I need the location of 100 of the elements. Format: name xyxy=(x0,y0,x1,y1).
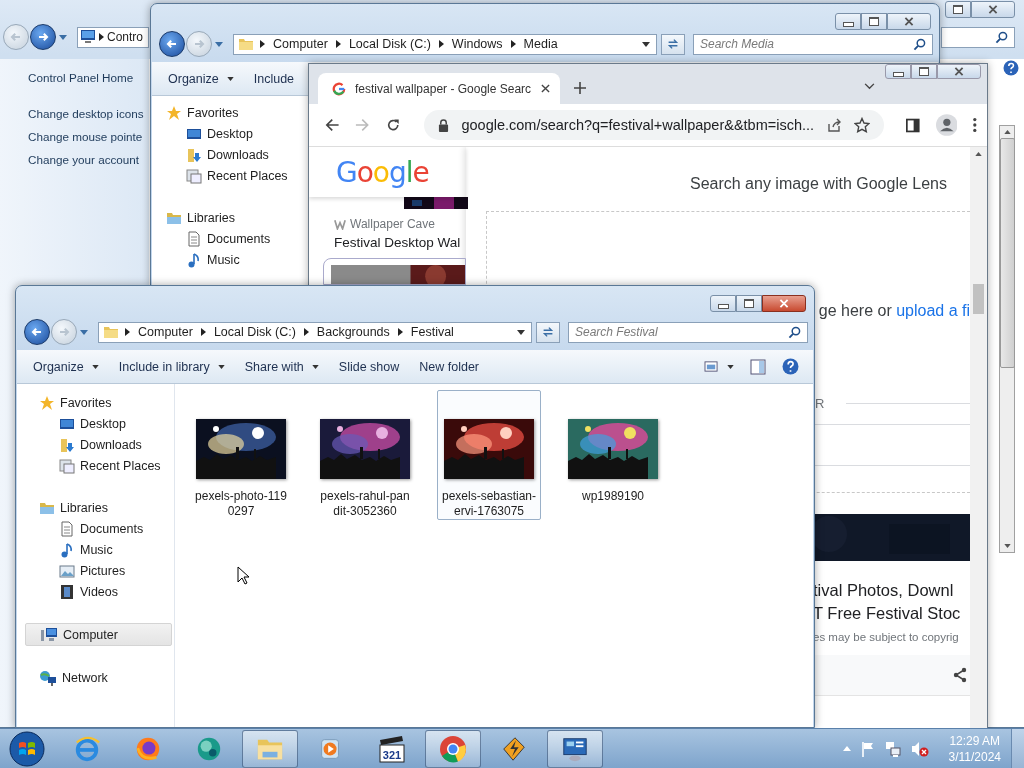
search-field[interactable]: Search Festival xyxy=(568,321,808,343)
nav-item[interactable]: Libraries xyxy=(25,497,172,518)
profile-icon[interactable] xyxy=(935,113,958,137)
help-icon[interactable] xyxy=(1003,60,1019,76)
breadcrumb[interactable]: Contro xyxy=(107,30,144,44)
search-field[interactable] xyxy=(941,26,1015,48)
breadcrumb[interactable]: Local Disk (C:) xyxy=(211,325,298,339)
nav-item[interactable]: Favorites xyxy=(25,392,172,413)
minimize-button[interactable] xyxy=(835,13,861,30)
browser-tab[interactable]: festival wallpaper - Google Searc xyxy=(318,73,560,104)
search-field[interactable]: Search Media xyxy=(693,33,933,55)
arrow-up-icon[interactable] xyxy=(975,152,982,156)
chevron-icon[interactable] xyxy=(200,328,206,336)
refresh-button[interactable] xyxy=(661,33,685,55)
minimize-button[interactable] xyxy=(885,64,911,79)
toolbar-button[interactable]: Slide show xyxy=(330,355,408,378)
breadcrumb[interactable]: Festival xyxy=(408,325,456,339)
close-icon[interactable] xyxy=(541,84,550,93)
nav-item[interactable]: Favorites xyxy=(152,102,310,123)
nav-item[interactable]: Network xyxy=(25,667,172,688)
file-item[interactable]: wp1989190 xyxy=(561,390,665,520)
chevron-icon[interactable] xyxy=(260,40,265,48)
star-icon[interactable] xyxy=(854,117,871,133)
nav-item[interactable]: Pictures xyxy=(25,560,172,581)
file-item[interactable]: pexels-sebastian-ervi-1763075 xyxy=(437,390,541,520)
breadcrumb[interactable]: Computer xyxy=(136,325,195,339)
address-bar[interactable]: Contro xyxy=(77,26,149,48)
nav-item[interactable]: Documents xyxy=(152,228,310,249)
nav-item[interactable]: Downloads xyxy=(25,434,172,455)
close-button[interactable] xyxy=(937,64,981,79)
result-title[interactable]: Festival Desktop Wal xyxy=(334,235,466,250)
address-bar[interactable]: Computer Local Disk (C:) Windows Media xyxy=(233,33,657,55)
nav-item[interactable]: Music xyxy=(152,249,310,270)
back-arrow-icon[interactable] xyxy=(325,117,340,133)
url-field[interactable]: google.com/search?q=festival+wallpaper&&tbm=isch... xyxy=(424,110,885,140)
task-link[interactable]: Change desktop icons xyxy=(28,107,149,130)
file-item[interactable]: pexels-rahul-pandit-3052360 xyxy=(313,390,417,520)
network-icon[interactable] xyxy=(884,740,901,757)
maximize-button[interactable] xyxy=(736,295,762,312)
breadcrumb[interactable]: Computer xyxy=(271,37,330,51)
arrow-down-icon[interactable] xyxy=(1003,544,1011,548)
forward-button[interactable] xyxy=(30,24,56,50)
task-link[interactable]: Control Panel Home xyxy=(28,71,149,94)
taskbar-button[interactable] xyxy=(242,729,298,768)
breadcrumb[interactable]: Local Disk (C:) xyxy=(346,37,433,51)
toolbar-button[interactable]: Include xyxy=(245,67,303,90)
maximize-button[interactable] xyxy=(861,13,887,30)
nav-item[interactable]: Documents xyxy=(25,518,172,539)
toolbar-button[interactable]: Organize xyxy=(25,355,107,378)
chevron-icon[interactable] xyxy=(99,33,104,41)
nav-item[interactable]: Music xyxy=(25,539,172,560)
toolbar-button[interactable]: Share with xyxy=(236,355,327,378)
chevron-icon[interactable] xyxy=(125,328,130,336)
address-bar[interactable]: Computer Local Disk (C:) Backgrounds Festival xyxy=(98,321,532,343)
refresh-button[interactable] xyxy=(536,321,560,343)
show-desktop-button[interactable] xyxy=(1011,728,1024,768)
nav-item[interactable]: Videos xyxy=(25,581,172,602)
back-button[interactable] xyxy=(24,319,50,345)
arrow-up-icon[interactable] xyxy=(1003,130,1011,134)
chevron-icon[interactable] xyxy=(397,328,403,336)
share-icon[interactable] xyxy=(826,117,843,133)
nav-item[interactable]: Libraries xyxy=(152,207,310,228)
file-item[interactable]: pexels-photo-1190297 xyxy=(189,390,293,520)
close-button[interactable] xyxy=(887,13,931,30)
breadcrumb[interactable]: Windows xyxy=(449,37,505,51)
nav-item[interactable]: Desktop xyxy=(152,123,310,144)
dropdown-arrow-icon[interactable] xyxy=(642,41,650,47)
menu-icon[interactable] xyxy=(973,117,977,133)
scrollbar[interactable] xyxy=(999,125,1015,553)
back-button[interactable] xyxy=(159,31,185,57)
taskbar-button[interactable] xyxy=(425,729,481,768)
chevron-icon[interactable] xyxy=(510,40,516,48)
chevron-icon[interactable] xyxy=(438,40,444,48)
task-link[interactable]: Change your account xyxy=(28,153,149,176)
taskbar-button[interactable] xyxy=(547,729,603,768)
nav-item[interactable]: Desktop xyxy=(25,413,172,434)
dropdown-arrow-icon[interactable] xyxy=(517,329,525,335)
nav-item[interactable]: Computer xyxy=(25,623,172,646)
maximize-button[interactable] xyxy=(945,1,971,18)
close-button[interactable] xyxy=(971,1,1015,18)
reload-icon[interactable] xyxy=(385,117,401,133)
share-icon[interactable] xyxy=(952,667,968,683)
maximize-button[interactable] xyxy=(911,64,937,79)
toolbar-button[interactable]: Include in library xyxy=(110,355,233,378)
task-link[interactable]: Change mouse pointe xyxy=(28,130,149,153)
toolbar-button[interactable]: Organize xyxy=(160,67,242,90)
chevron-icon[interactable] xyxy=(335,40,341,48)
close-button[interactable] xyxy=(762,295,806,312)
scroll-thumb[interactable] xyxy=(999,138,1015,368)
speaker-icon[interactable] xyxy=(910,740,929,757)
breadcrumb[interactable]: Media xyxy=(521,37,560,51)
side-panel-icon[interactable] xyxy=(906,117,920,133)
chevron-down-icon[interactable] xyxy=(864,83,875,90)
breadcrumb[interactable]: Backgrounds xyxy=(314,325,392,339)
chevron-icon[interactable] xyxy=(303,328,309,336)
nav-item[interactable]: Recent Places xyxy=(25,455,172,476)
upload-link[interactable]: upload a fi xyxy=(896,302,970,319)
toolbar-button[interactable]: New folder xyxy=(411,355,487,378)
new-tab-icon[interactable] xyxy=(574,82,586,94)
scroll-thumb[interactable] xyxy=(973,284,984,314)
